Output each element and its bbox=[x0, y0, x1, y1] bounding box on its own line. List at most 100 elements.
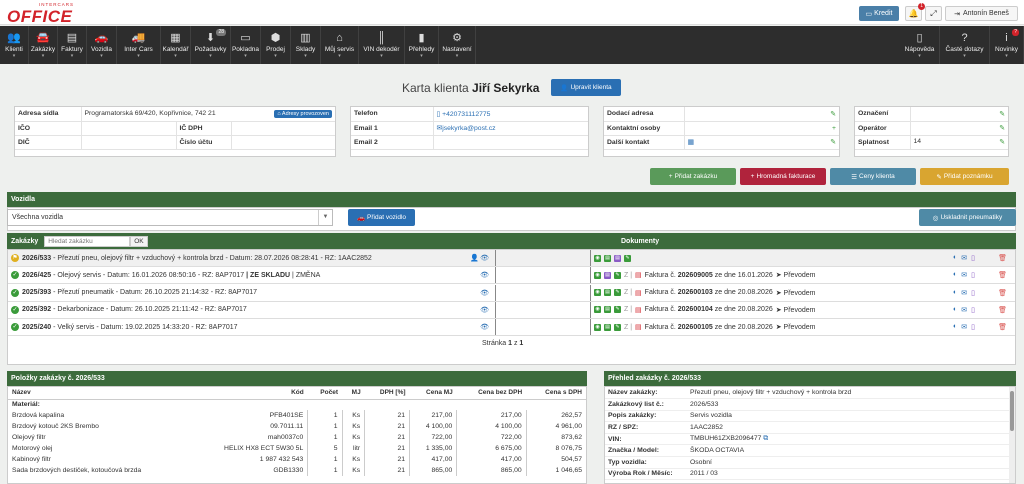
mail-icon[interactable]: ✉ bbox=[961, 289, 967, 297]
nav-item-zakázky[interactable]: 🚘 Zakázky ▾ bbox=[29, 26, 58, 64]
file-icon[interactable]: ▤ bbox=[604, 306, 611, 314]
invoice-link[interactable]: Faktura č. 202600104 ze dne 20.08.2026 bbox=[645, 306, 773, 313]
vehicle-select[interactable]: Všechna vozidla ▼ bbox=[7, 209, 333, 226]
edit-icon[interactable]: ✎ bbox=[614, 289, 621, 297]
email1-value[interactable]: ✉jsekyrka@post.cz bbox=[432, 121, 588, 136]
pdf-icon[interactable]: ▤ bbox=[635, 323, 642, 331]
camera-icon[interactable]: ◉ bbox=[594, 289, 601, 297]
items-row[interactable]: Motorový olej HELIX HX8 ECT 5W30 5L 5 litr 2… bbox=[8, 443, 586, 454]
invoice-link[interactable]: Faktura č. 202600103 ze dne 20.08.2026 bbox=[645, 289, 773, 296]
scrollbar[interactable] bbox=[1009, 387, 1015, 483]
items-row[interactable]: Brzdový kotouč 2KS Brembo 09.7011.11 1 Ks 21… bbox=[8, 421, 586, 432]
order-row[interactable]: ✓ 2025/393 - Přezutí pneumatik - Datum: 2… bbox=[8, 284, 1015, 302]
nav-item-časté-dotazy[interactable]: ? Časté dotazy ▾ bbox=[940, 26, 990, 64]
nav-item-klienti[interactable]: 👥 Klienti ▾ bbox=[0, 26, 29, 64]
camera-icon[interactable]: ◉ bbox=[594, 306, 601, 314]
telefon-value[interactable]: ▯ +420731112775 bbox=[432, 107, 588, 122]
adresy-provozoven-button[interactable]: ⌂ Adresy provozoven bbox=[274, 109, 332, 118]
eye-icon[interactable]: 👁 bbox=[480, 323, 489, 331]
edit-icon[interactable]: ✎ bbox=[999, 124, 1005, 132]
file-purple-icon[interactable]: ▤ bbox=[604, 271, 611, 279]
nav-item-nastavení[interactable]: ⚙ Nastavení ▾ bbox=[439, 26, 476, 64]
nav-item-prodej[interactable]: ⬢ Prodej ▾ bbox=[261, 26, 291, 64]
edit-icon[interactable]: ✎ bbox=[999, 110, 1005, 118]
mail-icon[interactable]: ✉ bbox=[961, 254, 967, 262]
nav-item-sklady[interactable]: ▥ Sklady ▾ bbox=[291, 26, 321, 64]
mobile-icon[interactable]: ▯ bbox=[971, 271, 975, 279]
edit-icon[interactable]: ✎ bbox=[614, 306, 621, 314]
order-row[interactable]: ⚑ 2026/533 - Přezutí pneu, olejový filtr … bbox=[8, 250, 1015, 267]
mail-icon[interactable]: ✉ bbox=[961, 323, 967, 331]
nav-item-faktury[interactable]: ▤ Faktury ▾ bbox=[58, 26, 87, 64]
edit-icon[interactable]: ✎ bbox=[999, 138, 1005, 146]
mobile-icon[interactable]: ▯ bbox=[971, 323, 975, 331]
nav-item-inter-cars[interactable]: 🚚 Inter Cars ▾ bbox=[117, 26, 161, 64]
nav-item-vin-dekodér[interactable]: ║ VIN dekodér ▾ bbox=[359, 26, 405, 64]
order-row[interactable]: ✓ 2025/240 - Velký servis - Datum: 19.02.… bbox=[8, 319, 1015, 337]
pdf-icon[interactable]: ▤ bbox=[635, 289, 642, 297]
nav-item-pokladna[interactable]: ▭ Pokladna ▾ bbox=[231, 26, 261, 64]
file-icon[interactable]: ▤ bbox=[604, 254, 611, 262]
edit-icon[interactable]: ✎ bbox=[624, 254, 631, 262]
camera-icon[interactable]: ◉ bbox=[594, 271, 601, 279]
invoice-link[interactable]: Faktura č. 202609005 ze dne 16.01.2026 bbox=[645, 272, 773, 279]
client-prices-button[interactable]: ☰ Ceny klienta bbox=[830, 168, 916, 185]
plus-icon[interactable]: + bbox=[832, 125, 836, 132]
nav-item-nápověda[interactable]: ▯ Nápověda ▾ bbox=[900, 26, 940, 64]
add-vehicle-button[interactable]: 🚗 Přidat vozidlo bbox=[348, 209, 415, 226]
items-row[interactable]: Kabinový filtr 1 987 432 543 1 Ks 21 417,00 41… bbox=[8, 454, 586, 465]
nav-item-můj-servis[interactable]: ⌂ Můj servis ▾ bbox=[321, 26, 359, 64]
mail-icon[interactable]: ✉ bbox=[961, 271, 967, 279]
order-search-input[interactable] bbox=[44, 235, 131, 247]
trash-icon[interactable]: 🗑 bbox=[998, 289, 1007, 297]
file-icon[interactable]: ▤ bbox=[604, 289, 611, 297]
items-row[interactable]: Olejový filtr mah0037c0 1 Ks 21 722,00 722,00 8… bbox=[8, 432, 586, 443]
kredit-button[interactable]: ▭ Kredit bbox=[859, 6, 899, 21]
eye-icon[interactable]: 👁 bbox=[480, 254, 489, 262]
add-note-button[interactable]: ✎ Přidat poznámku bbox=[920, 168, 1009, 185]
eye-icon[interactable]: 👁 bbox=[480, 306, 489, 314]
edit-icon[interactable]: ✎ bbox=[830, 138, 836, 146]
nav-item-vozidla[interactable]: 🚗 Vozidla ▾ bbox=[87, 26, 117, 64]
copy-icon[interactable]: ⧉ bbox=[763, 435, 768, 442]
nav-item-požadavky[interactable]: ⬇ Požadavky ▾ 28 bbox=[191, 26, 231, 64]
pagination-current[interactable]: 1 bbox=[508, 340, 512, 347]
camera-icon[interactable]: ◉ bbox=[594, 254, 601, 262]
order-row[interactable]: ✓ 2025/392 - Dekarbonizace - Datum: 26.10… bbox=[8, 301, 1015, 319]
globe-icon[interactable]: ◐ bbox=[953, 323, 957, 331]
trash-icon[interactable]: 🗑 bbox=[998, 306, 1007, 314]
fullscreen-button[interactable]: ⤢ bbox=[925, 6, 942, 21]
mobile-icon[interactable]: ▯ bbox=[971, 306, 975, 314]
order-row[interactable]: ✓ 2026/425 - Olejový servis - Datum: 16.0… bbox=[8, 267, 1015, 285]
items-row[interactable]: Sada brzdových destiček, kotoučová brzda… bbox=[8, 465, 586, 476]
trash-icon[interactable]: 🗑 bbox=[998, 254, 1007, 262]
items-row[interactable]: Brzdová kapalina PFB401SE 1 Ks 21 217,00 217,0… bbox=[8, 410, 586, 421]
mobile-icon[interactable]: ▯ bbox=[971, 254, 975, 262]
mail-icon[interactable]: ✉ bbox=[961, 306, 967, 314]
logo[interactable]: INTERCARS OFFICE bbox=[7, 2, 74, 24]
pdf-icon[interactable]: ▤ bbox=[635, 306, 642, 314]
nav-item-kalendář[interactable]: ▦ Kalendář ▾ bbox=[161, 26, 191, 64]
store-tires-button[interactable]: ◎ Uskladnit pneumatiky bbox=[919, 209, 1016, 226]
edit-icon[interactable]: ✎ bbox=[614, 323, 621, 331]
edit-icon[interactable]: ✎ bbox=[614, 271, 621, 279]
globe-icon[interactable]: ◐ bbox=[953, 306, 957, 314]
globe-icon[interactable]: ◐ bbox=[953, 271, 957, 279]
globe-icon[interactable]: ◐ bbox=[953, 254, 957, 262]
search-ok-button[interactable]: OK bbox=[130, 235, 148, 247]
eye-icon[interactable]: 👁 bbox=[480, 271, 489, 279]
eye-icon[interactable]: 👁 bbox=[480, 289, 489, 297]
trash-icon[interactable]: 🗑 bbox=[998, 271, 1007, 279]
user-button[interactable]: ⇥ Antonín Beneš bbox=[945, 6, 1018, 21]
file-purple-icon[interactable]: ▤ bbox=[614, 254, 621, 262]
globe-icon[interactable]: ◐ bbox=[953, 289, 957, 297]
camera-icon[interactable]: ◉ bbox=[594, 323, 601, 331]
invoice-link[interactable]: Faktura č. 202600105 ze dne 20.08.2026 bbox=[645, 324, 773, 331]
edit-icon[interactable]: ✎ bbox=[830, 110, 836, 118]
edit-client-button[interactable]: 👤 Upravit klienta bbox=[551, 79, 621, 96]
trash-icon[interactable]: 🗑 bbox=[998, 323, 1007, 331]
nav-item-novinky[interactable]: i Novinky ▾? bbox=[990, 26, 1024, 64]
bulk-invoice-button[interactable]: + Hromadná fakturace bbox=[740, 168, 826, 185]
add-order-button[interactable]: + Přidat zakázku bbox=[650, 168, 736, 185]
calendar-icon[interactable]: ▦ bbox=[688, 139, 694, 146]
